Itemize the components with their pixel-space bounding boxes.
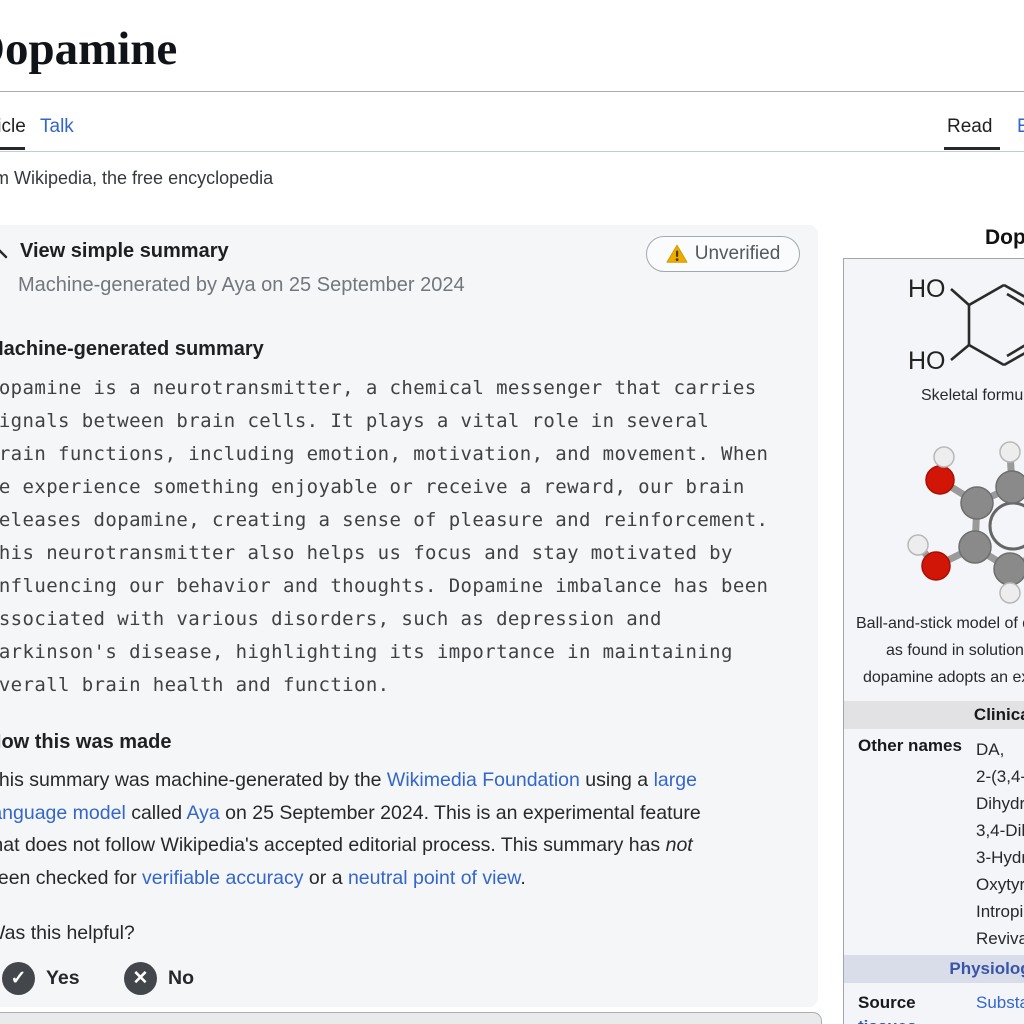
text-line: DA, — [976, 736, 1024, 763]
source-tissues-value-link[interactable]: Substantia nigra; — [976, 993, 1024, 1013]
site-tagline: From Wikipedia, the free encyclopedia — [0, 168, 273, 189]
paragraph-line: that does not follow Wikipedia's accepte… — [0, 829, 701, 862]
title-divider — [0, 91, 1024, 92]
source-tissues-label-line2: tissues — [858, 1017, 917, 1024]
cross-circle-icon: ✕ — [124, 962, 157, 995]
chevron-up-icon[interactable] — [0, 246, 9, 260]
ball-stick-caption-line2: as found in solution, where the — [886, 642, 1024, 660]
tabs-divider — [0, 151, 1024, 152]
text-line: we experience something enjoyable or rec… — [0, 471, 768, 504]
active-tab-indicator-article — [0, 147, 25, 150]
text-span: on 25 September 2024. This is an experim… — [220, 802, 701, 824]
paragraph-line: been checked for verifiable accuracy or … — [0, 862, 701, 895]
ball-stick-caption-link[interactable]: Ball-and-stick model of dopamine — [856, 615, 1024, 633]
hydroxyl-label-top: HO — [908, 275, 946, 303]
text-line: Parkinson's disease, highlighting its im… — [0, 636, 768, 669]
other-names-values: DA,2-(3,4-Dihydroxyphenyl)ethylamine;3,4… — [976, 736, 1024, 952]
how-made-heading: How this was made — [0, 731, 172, 754]
unverified-badge-label: Unverified — [695, 243, 781, 265]
text-span: called — [126, 802, 187, 824]
page-title: Dopamine — [0, 22, 177, 76]
text-line: brain functions, including emotion, moti… — [0, 438, 768, 471]
text-line: associated with various disorders, such … — [0, 603, 768, 636]
collapsed-section-bar[interactable] — [0, 1012, 822, 1024]
skeletal-formula-image[interactable]: HO HO — [844, 263, 1024, 385]
view-simple-summary-toggle[interactable]: View simple summary — [20, 240, 229, 263]
other-names-label: Other names — [858, 736, 962, 756]
text-link[interactable]: verifiable accuracy — [142, 867, 303, 889]
yes-button-label: Yes — [46, 967, 80, 990]
tab-read[interactable]: Read — [947, 116, 992, 138]
no-button[interactable]: ✕ No — [124, 962, 194, 995]
text-span: . — [520, 867, 525, 889]
italic-text: not — [666, 834, 693, 856]
ball-and-stick-model-image[interactable] — [844, 419, 1024, 611]
active-tab-indicator-read — [944, 147, 1000, 150]
text-line: signals between brain cells. It plays a … — [0, 405, 768, 438]
text-link[interactable]: Aya — [187, 802, 220, 824]
text-link[interactable]: large — [654, 769, 697, 791]
ball-stick-caption-line3: dopamine adopts an extended — [863, 669, 1024, 687]
unverified-badge[interactable]: Unverified — [646, 236, 800, 272]
tab-talk[interactable]: Talk — [40, 116, 74, 138]
text-line: Dihydroxyphenyl)ethylamine; — [976, 790, 1024, 817]
drug-infobox: HO HO Skeletal formula of dopamine — [843, 258, 1024, 1024]
text-link[interactable]: language model — [0, 802, 126, 824]
text-span: This summary was machine-generated by th… — [0, 769, 387, 791]
text-link[interactable]: neutral point of view — [348, 867, 520, 889]
text-line: Dopamine is a neurotransmitter, a chemic… — [0, 372, 768, 405]
warning-triangle-icon — [666, 244, 688, 264]
wikipedia-page: Dopamine Article Talk Read Edit From Wik… — [0, 0, 1024, 1024]
feedback-question: Was this helpful? — [0, 922, 135, 945]
text-line: 3,4-Dihydroxyphenethylamine; — [976, 817, 1024, 844]
text-line: 3-Hydroxytyramine; — [976, 844, 1024, 871]
text-line: 2-(3,4- — [976, 763, 1024, 790]
check-circle-icon: ✓ — [2, 962, 35, 995]
text-span: been checked for — [0, 867, 142, 889]
skeletal-caption-link[interactable]: Skeletal formula of dopamine — [921, 387, 1024, 405]
infobox-title: Dopamine — [985, 226, 1024, 250]
text-line: Intropin; — [976, 898, 1024, 925]
paragraph-line: language model called Aya on 25 Septembe… — [0, 797, 701, 830]
physiological-data-header: Physiological data — [844, 955, 1024, 983]
generation-byline: Machine-generated by Aya on 25 September… — [18, 274, 465, 297]
text-link[interactable]: Wikimedia Foundation — [387, 769, 580, 791]
text-line: Oxytyramine; — [976, 871, 1024, 898]
text-line: Revivan — [976, 925, 1024, 952]
machine-summary-text: Dopamine is a neurotransmitter, a chemic… — [0, 372, 768, 702]
text-span: using a — [580, 769, 654, 791]
clinical-data-header: Clinical data — [844, 701, 1024, 729]
tab-edit[interactable]: Edit — [1017, 116, 1024, 138]
text-line: releases dopamine, creating a sense of p… — [0, 504, 768, 537]
text-line: This neurotransmitter also helps us focu… — [0, 537, 768, 570]
yes-button[interactable]: ✓ Yes — [2, 962, 80, 995]
text-line: influencing our behavior and thoughts. D… — [0, 570, 768, 603]
text-line: overall brain health and function. — [0, 669, 768, 702]
source-tissues-label-line1: Source — [858, 993, 916, 1013]
how-made-paragraph: This summary was machine-generated by th… — [0, 764, 701, 894]
tab-article[interactable]: Article — [0, 116, 26, 138]
summary-section-heading: Machine-generated summary — [0, 338, 264, 361]
text-span: or a — [304, 867, 348, 889]
paragraph-line: This summary was machine-generated by th… — [0, 764, 701, 797]
no-button-label: No — [168, 967, 194, 990]
text-span: that does not follow Wikipedia's accepte… — [0, 834, 666, 856]
hydroxyl-label-bottom: HO — [908, 347, 946, 375]
